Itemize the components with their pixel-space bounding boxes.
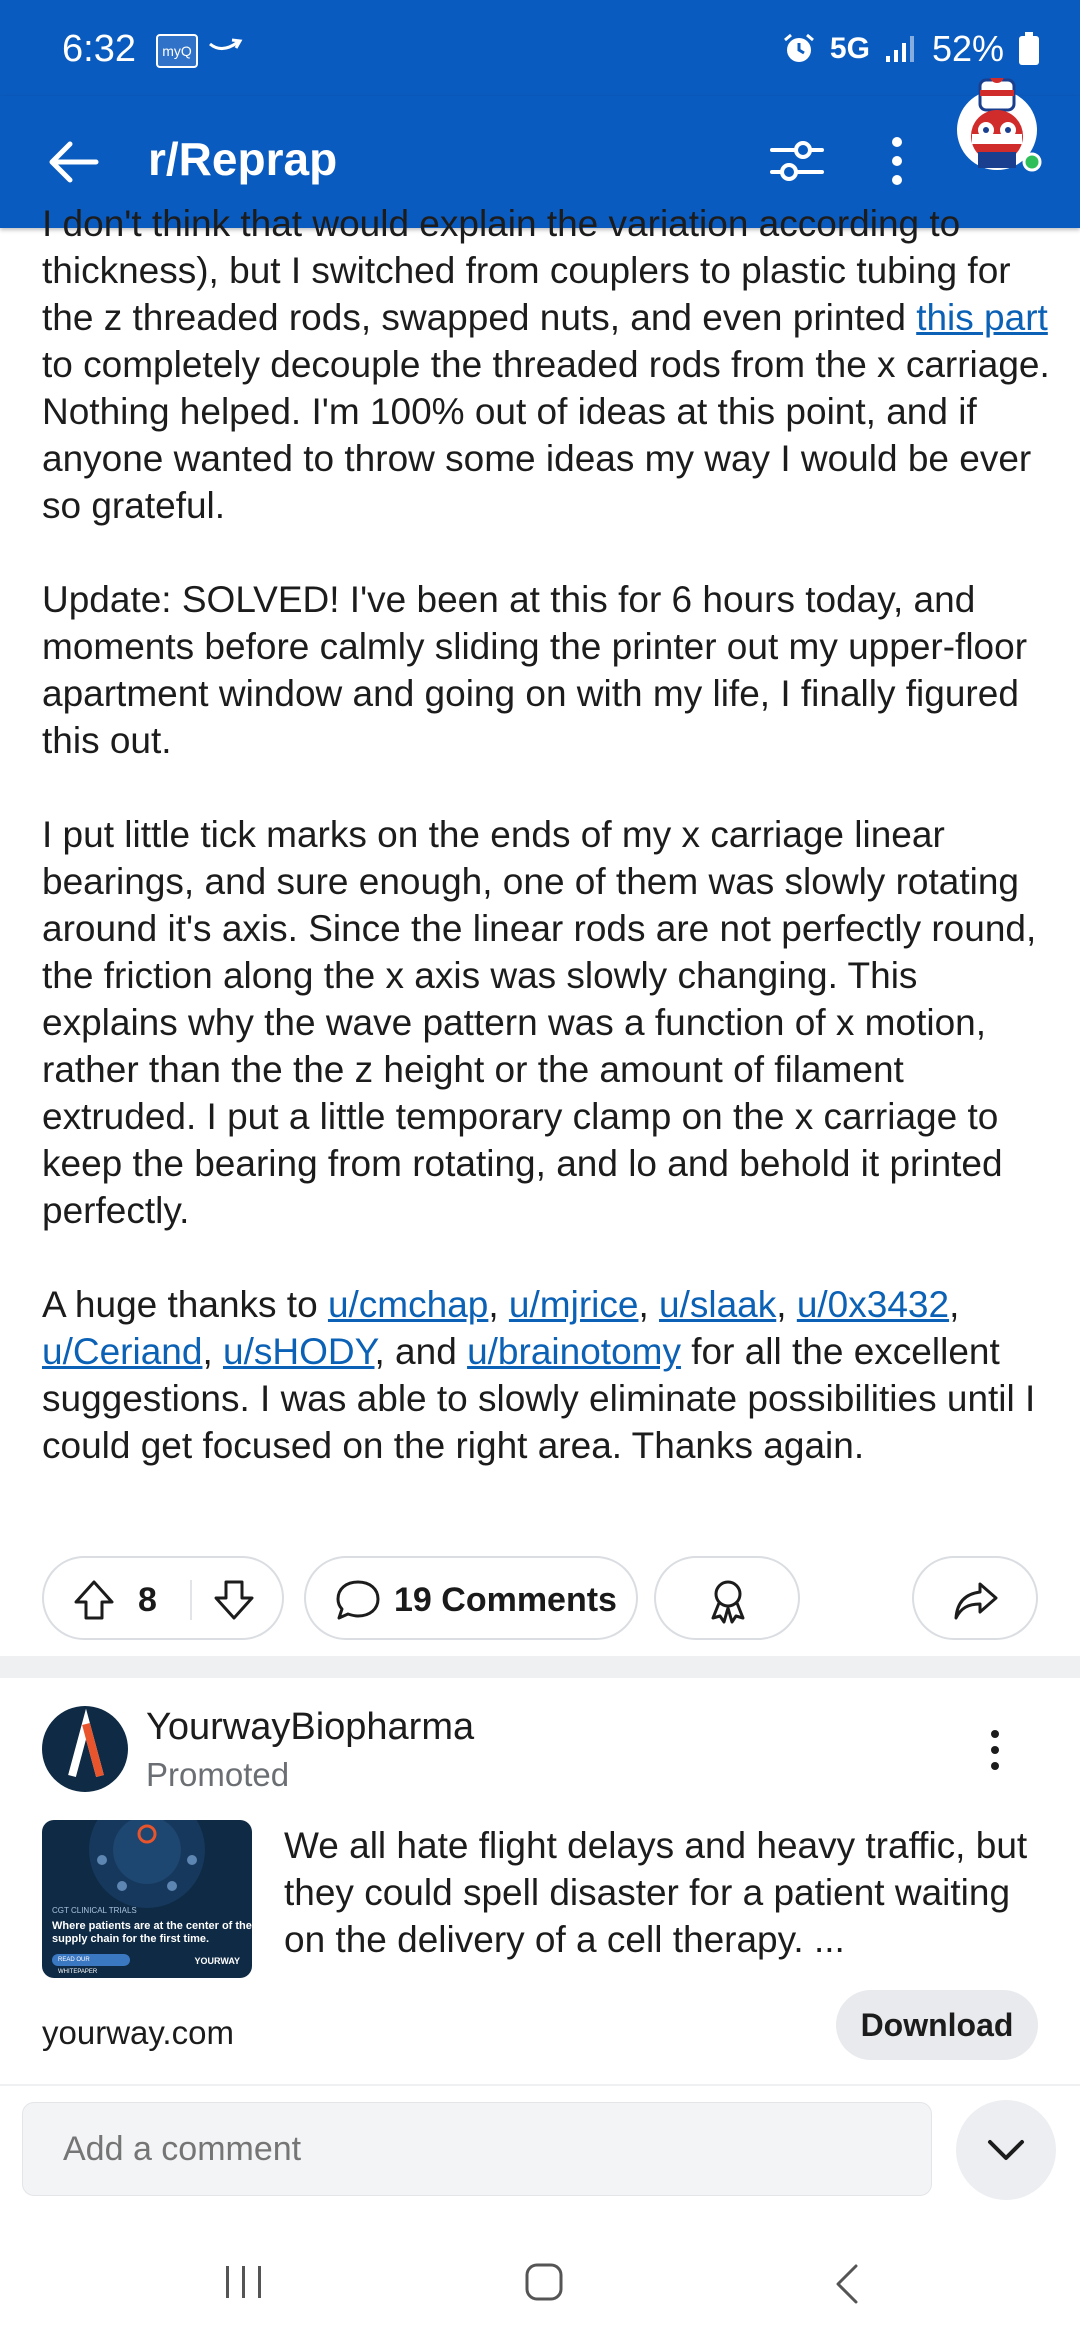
ad-thumbnail[interactable]: CGT CLINICAL TRIALS Where patients are a… [42,1820,252,1978]
status-icons: 5G 52% [782,28,1040,70]
vote-count: 8 [138,1581,157,1619]
user-link-shody[interactable]: u/sHODY [223,1331,375,1372]
user-avatar[interactable] [950,78,1044,172]
notification-arrow-icon [209,38,243,50]
this-part-link[interactable]: this part [916,297,1048,338]
chevron-down-icon [988,2140,1024,2160]
post-paragraph-4: A huge thanks to u/cmchap, u/mjrice, u/s… [42,1281,1052,1469]
post-paragraph-3: I put little tick marks on the ends of m… [42,814,1037,1231]
ad-thumb-brand: YOURWAY [194,1956,240,1966]
status-bar: 6:32 myQ 5G 52% [0,0,1080,96]
vote-pill: 8 [42,1556,284,1640]
separator: , [202,1331,223,1372]
user-link-ceriand[interactable]: u/Ceriand [42,1331,202,1372]
recents-icon[interactable] [222,2264,266,2300]
battery-icon [1019,32,1039,65]
myq-notification-icon: myQ [156,34,198,68]
comment-bubble-icon [336,1580,380,1620]
status-bar-cover [0,200,1080,228]
subreddit-title[interactable]: r/Reprap [148,126,337,192]
filter-settings-icon[interactable] [766,130,828,192]
post-actions: 8 19 Comments [42,1556,1038,1644]
user-link-brainotomy[interactable]: u/brainotomy [467,1331,681,1372]
signal-icon [885,36,914,62]
alarm-icon [783,33,814,62]
vote-divider [190,1580,192,1620]
post-text: to completely decouple the threaded rods… [42,344,1050,526]
more-options-icon[interactable] [872,130,922,192]
ad-graphic-icon [89,1820,205,1908]
promoted-label: Promoted [146,1756,290,1793]
status-time: 6:32 [62,28,136,70]
comments-count: 19 Comments [394,1581,617,1619]
back-arrow-icon[interactable] [42,130,106,194]
ad-body-text[interactable]: We all hate flight delays and heavy traf… [284,1822,1044,1963]
add-comment-input[interactable] [22,2102,932,2196]
comments-button[interactable]: 19 Comments [304,1556,638,1640]
nav-back-icon[interactable] [832,2262,862,2306]
post-body: I don't think that would explain the var… [42,200,1052,1516]
ad-thumb-button: READ OUR WHITEPAPER [52,1954,130,1975]
home-icon[interactable] [524,2262,564,2302]
award-icon [711,1580,745,1624]
ad-more-options-icon[interactable] [980,1726,1010,1774]
user-link-0x3432[interactable]: u/0x3432 [797,1284,949,1325]
ad-divider [0,2084,1080,2086]
award-button[interactable] [654,1556,800,1640]
download-button[interactable]: Download [836,1990,1038,2060]
advertiser-logo[interactable] [42,1706,128,1792]
downvote-icon[interactable] [210,1576,258,1624]
post-paragraph-1: I don't think that would explain the var… [42,200,1052,529]
ad-domain[interactable]: yourway.com [42,2014,234,2052]
network-type: 5G [829,32,870,65]
ad-thumb-headline: Where patients are at the center of the … [52,1920,252,1945]
user-link-slaak[interactable]: u/slaak [659,1284,776,1325]
section-divider [0,1656,1080,1678]
battery-percent: 52% [931,28,1004,69]
ad-thumb-caption: CGT CLINICAL TRIALS [52,1906,137,1915]
separator: , and [374,1331,468,1372]
post-paragraph-2: Update: SOLVED! I've been at this for 6 … [42,579,1028,761]
post-text: A huge thanks to [42,1284,328,1325]
user-link-cmchap[interactable]: u/cmchap [328,1284,488,1325]
upvote-icon[interactable] [70,1576,118,1624]
separator: , [488,1284,509,1325]
separator: , [949,1284,960,1325]
advertiser-name[interactable]: YourwayBiopharma [146,1704,474,1750]
yourway-logo-icon [68,1708,104,1778]
separator: , [638,1284,660,1325]
share-arrow-icon [954,1582,998,1620]
expand-button[interactable] [956,2100,1056,2200]
share-button[interactable] [912,1556,1038,1640]
separator: , [776,1284,797,1325]
user-link-mjrice[interactable]: u/mjrice [509,1284,639,1325]
